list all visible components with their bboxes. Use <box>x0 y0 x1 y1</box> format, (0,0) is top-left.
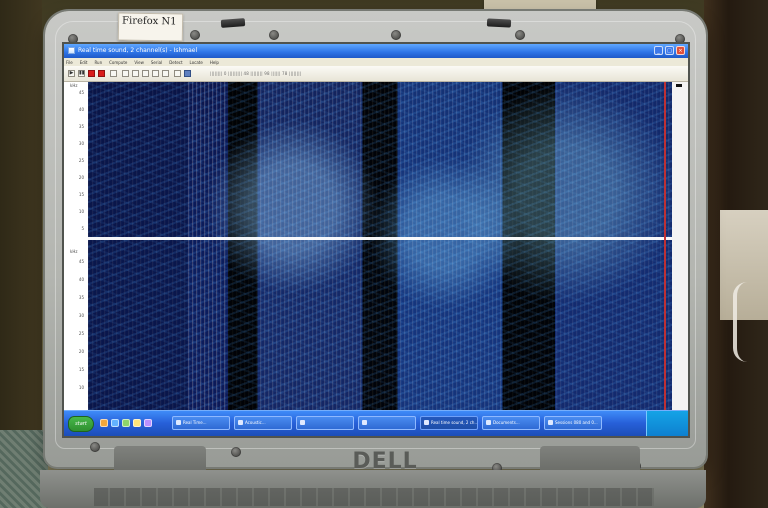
top-scale-label: 10 <box>78 209 84 214</box>
minimize-icon[interactable]: _ <box>654 46 663 55</box>
start-button[interactable]: start <box>68 416 94 432</box>
spectrogram-right-gutter <box>672 82 688 410</box>
quick-launch-icon[interactable] <box>111 419 119 427</box>
taskbar-item[interactable] <box>296 416 354 430</box>
laptop-latch-left <box>220 18 246 28</box>
system-tray <box>646 411 688 436</box>
record-icon[interactable] <box>88 70 95 77</box>
taskbar-item-active[interactable]: Real time sound, 2 ch... <box>420 416 478 430</box>
window-title: Real time sound, 2 channel(s) - Ishmael <box>78 47 198 54</box>
quick-launch-icon[interactable] <box>100 419 108 427</box>
top-scale-label: 45 <box>78 90 84 95</box>
toolbar-button[interactable] <box>132 70 139 77</box>
toolbar-button[interactable] <box>174 70 181 77</box>
close-icon[interactable]: × <box>676 46 685 55</box>
toolbar-button[interactable] <box>142 70 149 77</box>
bottom-scale-label: 10 <box>78 385 84 390</box>
top-frequency-scale: kHz 45 40 35 30 25 20 15 10 5 <box>64 82 88 238</box>
top-scale-label: 20 <box>78 175 84 180</box>
laptop-screen: Real time sound, 2 channel(s) - Ishmael … <box>64 44 688 436</box>
play-icon[interactable]: ▶ <box>68 70 75 77</box>
bezel-screw <box>269 30 279 40</box>
menu-help[interactable]: Help <box>210 60 219 65</box>
bottom-scale-label: 25 <box>78 331 84 336</box>
bezel-screw <box>90 442 100 452</box>
taskbar-item[interactable]: Sessions 080 and 0... <box>544 416 602 430</box>
bezel-screw <box>675 34 685 44</box>
top-scale-label: 25 <box>78 158 84 163</box>
bottom-scale-label: 40 <box>78 277 84 282</box>
taskbar-item[interactable]: Documents... <box>482 416 540 430</box>
toolbar-button[interactable] <box>122 70 129 77</box>
bottom-frequency-scale: kHz 45 40 35 30 25 20 15 10 <box>64 248 88 410</box>
laptop-keyboard-edge <box>94 488 654 506</box>
menu-detect[interactable]: Detect <box>169 60 182 65</box>
taskbar-item[interactable]: Real Time... <box>172 416 230 430</box>
toolbar-button[interactable] <box>184 70 191 77</box>
bottom-scale-label: 15 <box>78 367 84 372</box>
top-scale-label: 15 <box>78 192 84 197</box>
toolbar-button[interactable] <box>110 70 117 77</box>
app-icon <box>68 47 75 54</box>
handwritten-sticker: Firefox N1 <box>117 12 184 42</box>
laptop-latch-right <box>486 18 512 28</box>
taskbar-item[interactable] <box>358 416 416 430</box>
menu-view[interactable]: View <box>134 60 144 65</box>
toolbar-button[interactable] <box>152 70 159 77</box>
taskbar-item[interactable]: Acoustic... <box>234 416 292 430</box>
bottom-scale-label: 45 <box>78 259 84 264</box>
bezel-screw <box>68 34 78 44</box>
pause-icon[interactable]: ▮▮ <box>78 70 85 77</box>
toolbar: ▶ ▮▮ |||||||| 0 ||||||||| 48 |||||||| 98… <box>64 66 688 82</box>
quick-launch-icon[interactable] <box>133 419 141 427</box>
quick-launch-icon[interactable] <box>122 419 130 427</box>
bezel-screw <box>391 30 401 40</box>
scroll-handle[interactable] <box>676 84 682 87</box>
toolbar-status: |||||||| 0 ||||||||| 48 |||||||| 98 ||||… <box>210 71 302 76</box>
menu-run[interactable]: Run <box>94 60 102 65</box>
menu-locate[interactable]: Locate <box>190 60 203 65</box>
spectrogram-display[interactable] <box>88 82 672 410</box>
bezel-screw <box>231 447 241 457</box>
menu-serial[interactable]: Serial <box>151 60 162 65</box>
top-scale-label: 40 <box>78 107 84 112</box>
bottom-scale-label: 35 <box>78 295 84 300</box>
menu-file[interactable]: File <box>66 60 73 65</box>
top-scale-label: 30 <box>78 141 84 146</box>
maximize-icon[interactable]: □ <box>665 46 674 55</box>
stop-icon[interactable] <box>98 70 105 77</box>
bottom-scale-unit: kHz <box>70 249 78 254</box>
quick-launch-icon[interactable] <box>144 419 152 427</box>
menu-edit[interactable]: Edit <box>80 60 88 65</box>
bezel-screw <box>515 30 525 40</box>
top-scale-unit: kHz <box>70 83 78 88</box>
windows-taskbar: start Real Time... Acoustic... Real time… <box>64 410 688 436</box>
window-titlebar[interactable]: Real time sound, 2 channel(s) - Ishmael … <box>64 44 688 58</box>
menu-compute[interactable]: Compute <box>109 60 127 65</box>
bottom-scale-label: 20 <box>78 349 84 354</box>
menu-bar: File Edit Run Compute View Serial Detect… <box>64 58 688 66</box>
bezel-screw <box>190 30 200 40</box>
top-scale-label: 5 <box>81 226 84 231</box>
background-cable <box>733 282 768 362</box>
top-scale-label: 35 <box>78 124 84 129</box>
bottom-scale-label: 30 <box>78 313 84 318</box>
toolbar-button[interactable] <box>162 70 169 77</box>
